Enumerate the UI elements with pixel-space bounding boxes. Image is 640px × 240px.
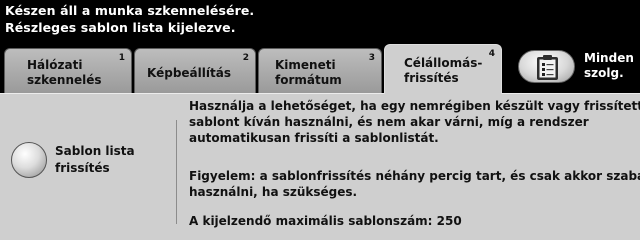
tab-output-format[interactable]: Kimeneti formátum 3: [258, 48, 382, 93]
template-list-refresh-button[interactable]: [11, 142, 47, 178]
tab-number: 4: [488, 49, 495, 59]
tab-destination-refresh[interactable]: Célállomás-frissítés 4: [384, 44, 502, 94]
tab-label: Hálózati szkennelés: [27, 58, 102, 87]
status-line-1: Készen áll a munka szkennelésére.: [5, 3, 255, 18]
template-list-refresh-label: Sablon lista frissítés: [55, 144, 135, 175]
status-message: Készen áll a munka szkennelésére. Részle…: [5, 2, 254, 36]
info-paragraph-usage: Használja a lehetőséget, ha egy nemrégib…: [189, 99, 640, 145]
tab-image-settings[interactable]: Képbeállítás 2: [134, 48, 256, 93]
all-services-label: Minden szolg.: [584, 51, 634, 80]
max-template-count: A kijelzendő maximális sablonszám: 250: [189, 214, 462, 228]
tab-label: Kimeneti formátum: [275, 58, 342, 87]
tab-number: 1: [118, 53, 125, 63]
info-paragraph-warning: Figyelem: a sablonfrissítés néhány perci…: [189, 169, 640, 199]
clipboard-icon: [537, 55, 558, 80]
status-line-2: Részleges sablon lista kijelezve.: [5, 20, 236, 35]
tab-label: Képbeállítás: [147, 66, 231, 80]
all-services-button[interactable]: [518, 50, 575, 83]
tab-network-scanning[interactable]: Hálózati szkennelés 1: [4, 48, 132, 93]
touchscreen: Készen áll a munka szkennelésére. Részle…: [0, 0, 640, 240]
content-panel: Sablon lista frissítés Használja a lehető…: [0, 93, 640, 240]
tab-label: Célállomás-frissítés: [404, 56, 483, 85]
tab-number: 2: [242, 53, 249, 63]
divider: [176, 120, 177, 224]
tab-number: 3: [368, 53, 375, 63]
